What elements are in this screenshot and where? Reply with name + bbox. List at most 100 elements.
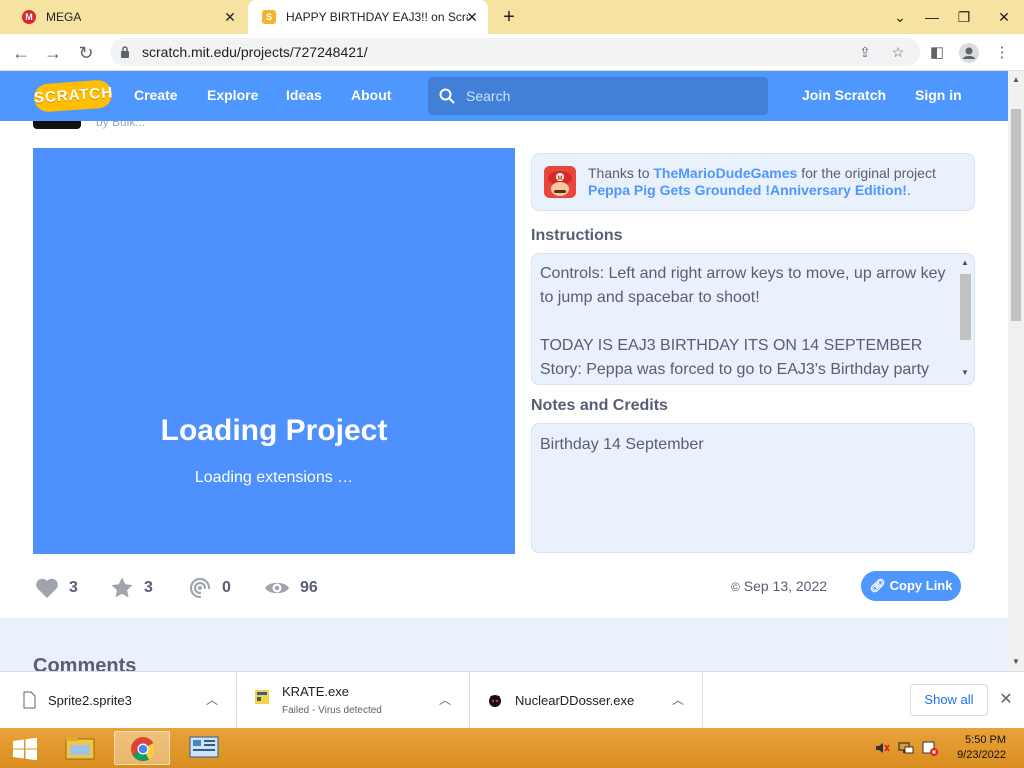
share-icon[interactable]: ⇪ xyxy=(856,43,874,61)
folder-icon xyxy=(65,737,95,760)
project-stage[interactable]: Loading Project Loading extensions … xyxy=(33,148,515,554)
file-explorer-taskbar[interactable] xyxy=(52,731,108,765)
copy-link-button[interactable]: 🔗︎ Copy Link xyxy=(861,571,961,601)
svg-text:M: M xyxy=(558,176,563,182)
scroll-up-icon[interactable]: ▲ xyxy=(1008,73,1024,87)
nav-explore[interactable]: Explore xyxy=(207,87,258,103)
instructions-line: Controls: Left and right arrow keys to m… xyxy=(540,265,946,306)
chevron-up-icon[interactable]: ︿ xyxy=(437,692,453,708)
close-icon[interactable]: ✕ xyxy=(222,9,238,25)
scratch-navbar: SCRATCH Create Explore Ideas About Searc… xyxy=(0,71,1008,121)
remix-suffix: . xyxy=(906,182,911,198)
link-icon: 🔗︎ xyxy=(869,578,887,593)
copy-link-label: Copy Link xyxy=(889,578,953,593)
star-icon xyxy=(111,577,133,598)
back-button[interactable]: ← xyxy=(8,40,34,66)
menu-kebab-icon[interactable]: ⋮ xyxy=(991,42,1013,64)
comments-section-bg xyxy=(0,618,1008,671)
exe-file-icon xyxy=(489,695,501,707)
remix-user-link[interactable]: TheMarioDudeGames xyxy=(653,165,797,181)
copyright-icon: © xyxy=(731,580,740,594)
instructions-line: Story: Peppa was forced to go to EAJ3's … xyxy=(540,361,930,378)
instructions-scrollbar[interactable]: ▲ ▼ xyxy=(958,256,972,382)
remix-prefix: Thanks to xyxy=(588,165,650,181)
tab-mega[interactable]: M MEGA ✕ xyxy=(10,0,246,34)
download-name: NuclearDDosser.exe xyxy=(515,693,635,708)
control-panel-taskbar[interactable] xyxy=(176,731,232,765)
notes-heading: Notes and Credits xyxy=(531,397,668,414)
chevron-up-icon[interactable]: ︿ xyxy=(204,692,220,708)
forward-button[interactable]: → xyxy=(40,40,66,66)
notes-box[interactable]: Birthday 14 September xyxy=(531,423,975,553)
window-close-button[interactable]: ✕ xyxy=(984,0,1024,34)
nav-create[interactable]: Create xyxy=(134,87,178,103)
system-clock[interactable]: 5:50 PM 9/23/2022 xyxy=(940,733,1006,763)
love-count: 3 xyxy=(69,579,78,596)
minimize-button[interactable]: — xyxy=(916,0,948,34)
scroll-down-icon[interactable]: ▼ xyxy=(958,368,972,377)
close-icon[interactable]: ✕ xyxy=(464,9,480,25)
notes-text: Birthday 14 September xyxy=(540,436,704,453)
new-tab-button[interactable]: + xyxy=(497,6,521,30)
reload-button[interactable]: ↻ xyxy=(73,40,99,66)
side-panel-icon[interactable]: ◧ xyxy=(926,42,948,64)
remix-project-link[interactable]: Peppa Pig Gets Grounded !Anniversary Edi… xyxy=(588,182,907,198)
nav-about[interactable]: About xyxy=(351,87,391,103)
remix-middle: for the original project xyxy=(801,165,936,181)
love-stat[interactable]: 3 xyxy=(35,573,78,603)
download-name: Sprite2.sprite3 xyxy=(48,693,132,708)
sign-in-link[interactable]: Sign in xyxy=(915,87,962,103)
remix-text: Thanks to TheMarioDudeGames for the orig… xyxy=(588,165,936,199)
mega-icon: M xyxy=(22,10,36,24)
remix-credit: M Thanks to TheMarioDudeGames for the or… xyxy=(531,153,975,211)
download-item[interactable]: NuclearDDosser.exe ︿ xyxy=(470,672,703,729)
address-bar[interactable]: scratch.mit.edu/projects/727248421/ ⇪ ☆ xyxy=(110,38,920,66)
view-count: 96 xyxy=(300,579,318,596)
instructions-line: TODAY IS EAJ3 BIRTHDAY ITS ON 14 SEPTEMB… xyxy=(540,337,923,354)
scroll-thumb[interactable] xyxy=(960,274,971,340)
restore-button[interactable]: ❐ xyxy=(948,0,980,34)
scroll-down-icon[interactable]: ▼ xyxy=(1008,655,1024,669)
file-icon xyxy=(23,691,36,709)
scratch-favicon-icon: S xyxy=(262,10,276,24)
control-panel-icon xyxy=(189,736,219,758)
show-all-button[interactable]: Show all xyxy=(910,684,988,716)
clock-time: 5:50 PM xyxy=(965,734,1006,746)
scroll-thumb[interactable] xyxy=(1011,109,1021,321)
nav-ideas[interactable]: Ideas xyxy=(286,87,322,103)
volume-muted-icon[interactable] xyxy=(874,740,890,756)
chrome-taskbar[interactable] xyxy=(114,731,170,765)
tab-scratch-project[interactable]: S HAPPY BIRTHDAY EAJ3!! on Scratch ✕ xyxy=(248,0,488,34)
download-item[interactable]: KRATE.exe Failed - Virus detected ︿ xyxy=(237,672,470,729)
instructions-heading: Instructions xyxy=(531,227,623,244)
scratch-logo[interactable]: SCRATCH xyxy=(33,79,114,113)
close-icon[interactable]: ✕ xyxy=(996,690,1016,710)
taskbar: 5:50 PM 9/23/2022 xyxy=(0,728,1024,768)
join-scratch-link[interactable]: Join Scratch xyxy=(802,87,886,103)
bookmark-star-icon[interactable]: ☆ xyxy=(889,43,907,61)
avatar[interactable]: M xyxy=(544,166,576,198)
tab-search-chevron-icon[interactable]: ⌄ xyxy=(884,0,916,34)
remix-count: 0 xyxy=(222,579,231,596)
download-item[interactable]: Sprite2.sprite3 ︿ xyxy=(0,672,237,729)
chevron-up-icon[interactable]: ︿ xyxy=(670,692,686,708)
browser-tab-strip: M MEGA ✕ S HAPPY BIRTHDAY EAJ3!! on Scra… xyxy=(0,0,1024,34)
network-icon[interactable] xyxy=(898,740,914,756)
loading-title: Loading Project xyxy=(160,414,388,447)
action-center-alert-icon[interactable] xyxy=(922,740,938,756)
favorite-count: 3 xyxy=(144,579,153,596)
project-date: © Sep 13, 2022 xyxy=(731,578,827,594)
heart-icon xyxy=(36,578,58,598)
page-scrollbar[interactable]: ▲ ▼ xyxy=(1008,71,1024,671)
search-icon xyxy=(439,88,455,104)
favorite-stat[interactable]: 3 xyxy=(110,573,153,603)
scroll-up-icon[interactable]: ▲ xyxy=(958,258,972,267)
eye-icon xyxy=(265,582,289,594)
search-input[interactable]: Search xyxy=(428,77,768,115)
loading-subtitle: Loading extensions … xyxy=(194,469,354,486)
profile-avatar-icon[interactable] xyxy=(958,42,980,64)
windows-start-icon[interactable] xyxy=(6,734,44,764)
project-thumbnail xyxy=(33,121,81,129)
instructions-box[interactable]: Controls: Left and right arrow keys to m… xyxy=(531,253,975,385)
instructions-text: Controls: Left and right arrow keys to m… xyxy=(540,262,952,382)
